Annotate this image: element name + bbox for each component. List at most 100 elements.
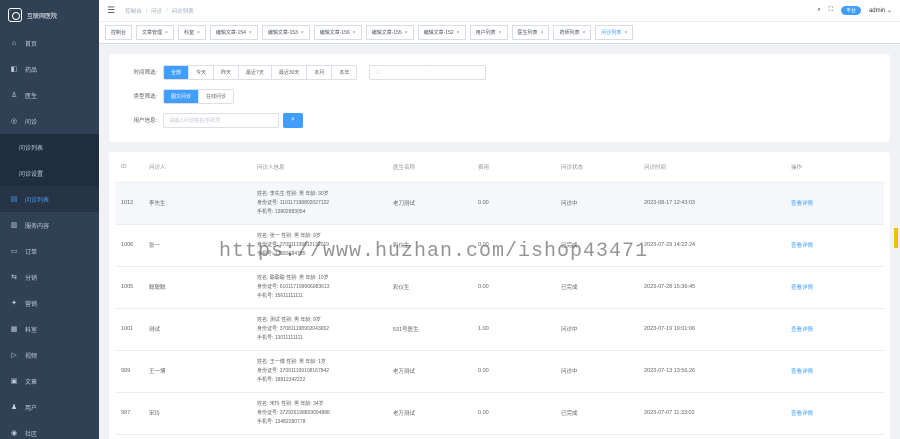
sidebar-item-label: 首页 xyxy=(25,41,38,48)
view-detail-link[interactable]: 查看详情 xyxy=(791,411,813,417)
column-header: 医生名称 xyxy=(387,152,472,183)
filter-option[interactable]: 今天 xyxy=(189,65,215,79)
user-filter-row: 用户信息: 请输入问诊姓名/手机号 ⌕ xyxy=(121,112,878,128)
sidebar-item[interactable]: ◧ 药品 xyxy=(0,56,99,82)
sidebar-item[interactable]: ▷ 视频 xyxy=(0,342,99,368)
view-detail-link[interactable]: 查看详情 xyxy=(791,201,813,207)
close-icon[interactable]: × xyxy=(249,30,252,36)
cell-time: 2023-07-19 19:01:06 xyxy=(638,308,785,351)
cell-patient: 测试 xyxy=(143,308,251,351)
column-header: 问诊状态 xyxy=(555,152,638,183)
cell-id: 1012 xyxy=(115,182,143,225)
sidebar-item-label: 文章 xyxy=(25,379,38,386)
close-icon[interactable]: × xyxy=(353,30,356,36)
search-button[interactable]: ⌕ xyxy=(283,112,303,128)
close-icon[interactable]: × xyxy=(582,30,585,36)
close-icon[interactable]: × xyxy=(165,30,168,36)
filter-option[interactable]: 本年 xyxy=(332,65,357,79)
patient-info-line: 身份证号: 110117198802027122 xyxy=(257,199,330,206)
sidebar-item[interactable]: ♙ 医生 xyxy=(0,82,99,108)
table-row: 1005 聪聪聪 姓名: 聪聪聪 性别: 男 年龄: 10岁 身份证号: 610117… xyxy=(115,266,884,309)
sidebar-item[interactable]: ⌂ 首页 xyxy=(0,30,99,56)
close-icon[interactable]: × xyxy=(457,30,460,36)
close-icon[interactable]: × xyxy=(301,30,304,36)
fullscreen-icon[interactable]: ⛶ xyxy=(829,7,833,14)
filter-option[interactable]: 最近30天 xyxy=(271,65,308,79)
filter-option[interactable]: 本月 xyxy=(307,65,333,79)
tab-tag[interactable]: 用户列表 × xyxy=(469,25,508,40)
sidebar-item[interactable]: ▣ 文章 xyxy=(0,368,99,394)
sidebar-item[interactable]: ♟ 用户 xyxy=(0,394,99,420)
user-icon: ♟ xyxy=(10,404,18,411)
filter-option[interactable]: 全部 xyxy=(164,65,190,79)
sidebar-item[interactable]: ▤ 问诊列表 xyxy=(0,186,99,212)
tab-tag-label: 编辑文章-155 xyxy=(371,30,402,36)
tab-tag[interactable]: 编辑文章-154 × xyxy=(209,25,258,40)
column-header: 问诊时间 xyxy=(638,152,785,183)
cell-status: 已完成 xyxy=(555,266,638,309)
cell-time: 2023-07-29 14:22:24 xyxy=(638,224,785,267)
cell-id: 1006 xyxy=(115,224,143,267)
tab-tag[interactable]: 医生列表 × xyxy=(511,25,550,40)
sidebar-item[interactable]: 问诊设置 xyxy=(0,160,99,186)
sidebar-item[interactable]: ◎ 问诊 xyxy=(0,108,99,134)
user-search-input[interactable]: 请输入问诊姓名/手机号 xyxy=(163,112,279,128)
view-detail-link[interactable]: 查看详情 xyxy=(791,369,813,375)
time-filter-label: 时间筛选: xyxy=(133,70,157,76)
sidebar-item[interactable]: ▥ 服务内容 xyxy=(0,212,99,238)
close-icon[interactable]: × xyxy=(405,30,408,36)
tab-tag[interactable]: 编辑文章-155 × xyxy=(365,25,414,40)
tab-tag[interactable]: 科室 × xyxy=(177,25,206,40)
sidebar-item-label: 药品 xyxy=(25,67,38,74)
navbar: ☰ 控制台 / 问诊 / 问诊列表 ⌕ ⛶ 平台 admin ⌄ xyxy=(99,0,900,22)
filter-option[interactable]: 昨天 xyxy=(214,65,240,79)
sidebar-item[interactable]: 问诊列表 xyxy=(0,134,99,160)
table-header: ID 问诊人 问诊人信息 医生名称 费用 问诊状态 问诊时间 操作 xyxy=(115,152,884,183)
sidebar-item[interactable]: ▦ 科室 xyxy=(0,316,99,342)
close-icon[interactable]: × xyxy=(541,30,544,36)
sidebar-item-label: 问诊列表 xyxy=(19,145,44,152)
patient-info-line: 姓名: 聪聪聪 性别: 男 年龄: 10岁 xyxy=(257,274,329,281)
scroll-marker xyxy=(894,228,898,248)
tab-tag[interactable]: 问诊列表 × xyxy=(595,25,634,40)
hamburger-icon[interactable]: ☰ xyxy=(107,5,115,16)
close-icon[interactable]: × xyxy=(624,30,627,36)
sidebar-item[interactable]: ✦ 营销 xyxy=(0,290,99,316)
tab-tag[interactable]: 药师列表 × xyxy=(553,25,592,40)
cell-time: 2023-07-13 13:56:26 xyxy=(638,350,785,393)
view-detail-link[interactable]: 查看详情 xyxy=(791,327,813,333)
date-range-picker[interactable]: ▢ - xyxy=(369,64,487,80)
cell-doctor: 老万测试 xyxy=(387,392,472,435)
breadcrumb-item-consult[interactable]: 问诊 xyxy=(151,7,162,15)
sidebar-item[interactable]: ◉ 社区 xyxy=(0,420,99,439)
platform-badge: 平台 xyxy=(840,6,861,15)
user-menu[interactable]: admin ⌄ xyxy=(869,7,892,14)
table-row: 1001 测试 姓名: 测试 性别: 男 年龄: 9岁 身份证号: 370811198… xyxy=(115,308,884,351)
sidebar-item-label: 服务内容 xyxy=(25,223,50,230)
tab-tag[interactable]: 文章管理 × xyxy=(136,25,174,40)
close-icon[interactable]: × xyxy=(499,30,502,36)
search-icon[interactable]: ⌕ xyxy=(817,7,820,14)
cell-doctor: 老刀测试 xyxy=(387,182,472,225)
close-icon[interactable]: × xyxy=(197,30,200,36)
tab-tag[interactable]: 编辑文章-152 × xyxy=(417,25,466,40)
tab-tag[interactable]: 控制台 xyxy=(105,25,133,40)
filter-card: 时间筛选: 全部 今天 昨天 最近7天 最近30天 本月 本年 ▢ - 类型筛选: 图文问诊… xyxy=(109,54,890,142)
sidebar-item[interactable]: ▭ 订单 xyxy=(0,238,99,264)
filter-option[interactable]: 最近7天 xyxy=(239,65,272,79)
table-row: 1012 李先生 姓名: 李先生 性别: 男 年龄: 30岁 身份证号: 110117… xyxy=(115,182,884,225)
tab-tag[interactable]: 编辑文章-156 × xyxy=(313,25,362,40)
view-detail-link[interactable]: 查看详情 xyxy=(791,243,813,249)
cell-status: 已完成 xyxy=(555,224,638,267)
view-detail-link[interactable]: 查看详情 xyxy=(791,285,813,291)
table-row: 999 王一博 姓名: 王一博 性别: 男 年龄: 1岁 身份证号: 37091119… xyxy=(115,350,884,393)
app-logo[interactable]: 互联网医院 xyxy=(0,0,99,30)
breadcrumb-item-home[interactable]: 控制台 xyxy=(125,7,142,15)
sidebar-item[interactable]: ⇆ 分销 xyxy=(0,264,99,290)
filter-option[interactable]: 图文问诊 xyxy=(164,89,200,103)
tab-tag[interactable]: 编辑文章-153 × xyxy=(261,25,310,40)
cell-fee: 0.00 xyxy=(472,350,555,393)
pill-icon: ◧ xyxy=(10,66,18,73)
filter-option[interactable]: 在线问诊 xyxy=(199,89,234,103)
type-filter-group: 图文问诊 在线问诊 xyxy=(163,88,235,104)
